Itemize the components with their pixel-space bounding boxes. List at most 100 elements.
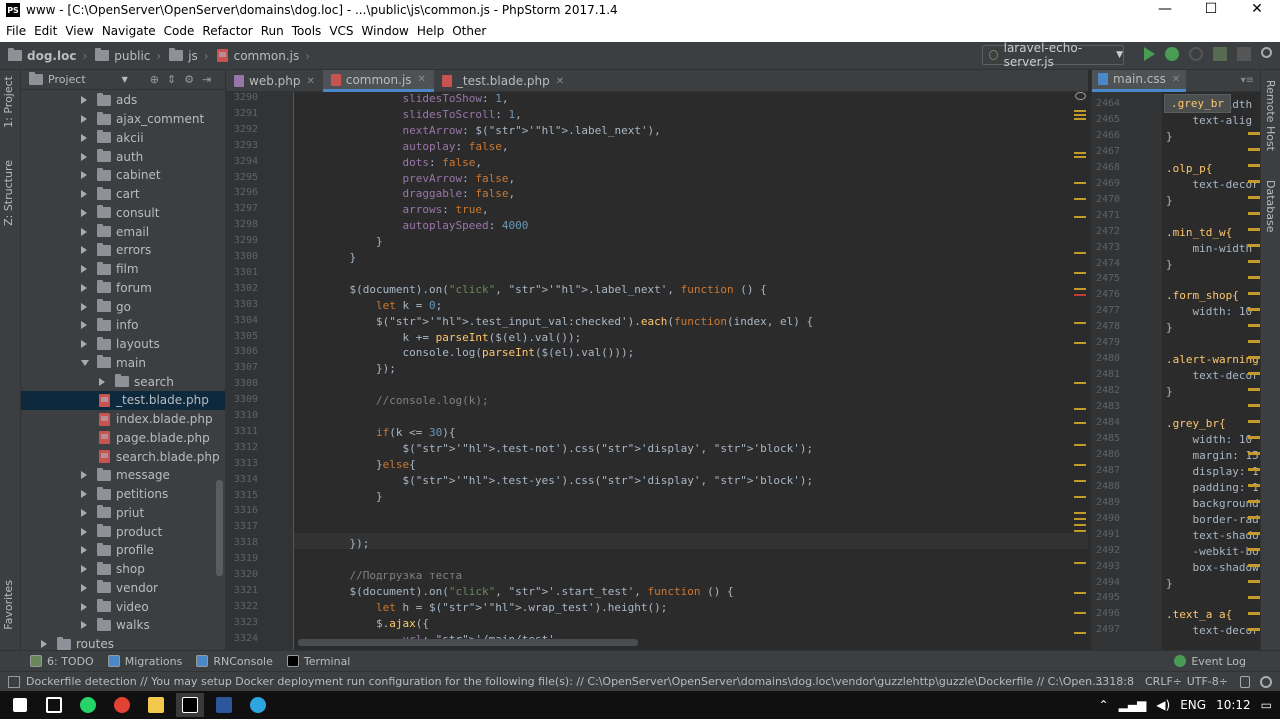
menu-tools[interactable]: Tools <box>288 24 326 38</box>
run-icon[interactable] <box>1144 47 1155 61</box>
stripe-marker[interactable] <box>1248 244 1260 247</box>
tree-item-message[interactable]: message <box>21 466 225 485</box>
notifications-icon[interactable]: ▭ <box>1261 698 1272 712</box>
close-tab-icon[interactable]: ✕ <box>1172 74 1180 85</box>
stripe-marker[interactable] <box>1074 182 1086 184</box>
tool-windows-toggle-icon[interactable] <box>8 675 20 688</box>
tree-item-search[interactable]: search <box>21 372 225 391</box>
stripe-marker[interactable] <box>1248 292 1260 295</box>
tree-item-main[interactable]: main <box>21 354 225 373</box>
stripe-marker[interactable] <box>1248 356 1260 359</box>
stop-icon[interactable] <box>1237 47 1251 61</box>
event-log-button[interactable]: Event Log <box>1174 655 1246 668</box>
chevron-right-icon[interactable] <box>81 283 87 292</box>
menu-navigate[interactable]: Navigate <box>98 24 160 38</box>
stripe-marker[interactable] <box>1248 516 1260 519</box>
tab-list-icon[interactable]: ▾≡ <box>1241 75 1254 86</box>
stripe-marker[interactable] <box>1248 484 1260 487</box>
css-line[interactable]: } <box>1166 258 1173 271</box>
breadcrumb-js[interactable]: js › <box>169 48 209 63</box>
code-line[interactable]: k += parseInt($(el).val()); <box>323 331 581 344</box>
css-line[interactable]: text-decor <box>1166 369 1258 382</box>
chevron-right-icon[interactable] <box>81 340 87 349</box>
css-line[interactable]: .min_td_w{ <box>1166 226 1232 239</box>
stripe-marker[interactable] <box>1074 632 1086 634</box>
inspector-icon[interactable] <box>1260 675 1272 688</box>
code-line[interactable]: if(k <= 30){ <box>323 426 456 439</box>
chevron-right-icon[interactable] <box>99 377 105 386</box>
tree-item--test-blade-php[interactable]: _test.blade.php <box>21 391 225 410</box>
breadcrumb-common-js[interactable]: common.js › <box>216 49 310 63</box>
stripe-marker[interactable] <box>1248 452 1260 455</box>
code-line[interactable]: }); <box>323 362 396 375</box>
close-tab-icon[interactable]: ✕ <box>418 74 426 85</box>
css-line[interactable]: -webkit-bo <box>1166 545 1258 558</box>
tree-item-profile[interactable]: profile <box>21 541 225 560</box>
css-line[interactable]: margin: 15 <box>1166 449 1258 462</box>
stripe-marker[interactable] <box>1074 382 1086 384</box>
stripe-marker[interactable] <box>1248 548 1260 551</box>
chevron-right-icon[interactable] <box>81 96 87 105</box>
menu-other[interactable]: Other <box>448 24 490 38</box>
stripe-marker[interactable] <box>1074 322 1086 324</box>
menu-code[interactable]: Code <box>160 24 199 38</box>
breadcrumb-public[interactable]: public › <box>95 48 161 63</box>
tab-main-css[interactable]: main.css ✕ <box>1092 70 1187 92</box>
stripe-marker[interactable] <box>1074 530 1086 532</box>
tree-item-video[interactable]: video <box>21 597 225 616</box>
code-line[interactable]: arrows: true, <box>323 203 488 216</box>
run-configuration-select[interactable]: laravel-echo-server.js ▼ <box>982 41 1124 69</box>
css-line[interactable]: min-width <box>1166 242 1252 255</box>
tree-item-email[interactable]: email <box>21 222 225 241</box>
collapse-icon[interactable]: ⇕ <box>167 73 176 86</box>
tree-item-errors[interactable]: errors <box>21 241 225 260</box>
tree-item-page-blade-php[interactable]: page.blade.php <box>21 429 225 448</box>
code-line[interactable]: }else{ <box>323 458 416 471</box>
css-line[interactable]: .alert-warning <box>1166 353 1259 366</box>
telegram-icon[interactable] <box>244 693 272 717</box>
css-line[interactable]: } <box>1166 321 1173 334</box>
stripe-marker[interactable] <box>1248 132 1260 135</box>
tab--test-blade-php[interactable]: _test.blade.php ✕ <box>434 70 572 92</box>
hide-icon[interactable]: ⇥ <box>202 73 211 86</box>
stripe-marker[interactable] <box>1248 468 1260 471</box>
code-line[interactable]: autoplay: false, <box>323 140 508 153</box>
tree-item-akcii[interactable]: akcii <box>21 129 225 148</box>
stripe-marker[interactable] <box>1074 156 1086 158</box>
chevron-up-icon[interactable]: ⌃ <box>1099 698 1109 712</box>
stripe-marker[interactable] <box>1074 444 1086 446</box>
code-line[interactable]: } <box>323 235 383 248</box>
chevron-right-icon[interactable] <box>81 508 87 517</box>
tab-web-php[interactable]: web.php ✕ <box>226 70 323 92</box>
tree-item-cabinet[interactable]: cabinet <box>21 166 225 185</box>
chevron-right-icon[interactable] <box>81 265 87 274</box>
tree-item-info[interactable]: info <box>21 316 225 335</box>
chevron-right-icon[interactable] <box>81 190 87 199</box>
coverage-icon[interactable] <box>1189 47 1203 61</box>
stripe-marker[interactable] <box>1248 596 1260 599</box>
tree-item-search-blade-php[interactable]: search.blade.php <box>21 447 225 466</box>
css-line[interactable]: } <box>1166 577 1173 590</box>
chevron-right-icon[interactable] <box>81 546 87 555</box>
tree-item-index-blade-php[interactable]: index.blade.php <box>21 410 225 429</box>
code-line[interactable]: console.log(parseInt($(el).val())); <box>323 346 634 359</box>
split-error-stripe[interactable] <box>1248 92 1260 650</box>
menu-edit[interactable]: Edit <box>30 24 61 38</box>
chrome-icon[interactable] <box>108 693 136 717</box>
chevron-right-icon[interactable] <box>81 227 87 236</box>
stripe-marker[interactable] <box>1074 272 1086 274</box>
menu-file[interactable]: File <box>2 24 30 38</box>
code-line[interactable]: nextArrow: $("str">'"hl">.label_next'), <box>323 124 660 137</box>
network-icon[interactable]: ▂▄▆ <box>1119 698 1147 712</box>
stripe-marker[interactable] <box>1248 148 1260 151</box>
stripe-marker[interactable] <box>1074 422 1086 424</box>
stripe-marker[interactable] <box>1248 388 1260 391</box>
css-line[interactable]: display: 1 <box>1166 465 1258 478</box>
code-line[interactable]: slidesToScroll: 1, <box>323 108 521 121</box>
code-line[interactable]: $("str">'"hl">.test-not').css("str">'dis… <box>323 442 813 455</box>
stripe-marker[interactable] <box>1248 420 1260 423</box>
tree-item-layouts[interactable]: layouts <box>21 335 225 354</box>
tree-item-ajax-comment[interactable]: ajax_comment <box>21 110 225 129</box>
close-tab-icon[interactable]: ✕ <box>306 76 314 87</box>
stripe-marker[interactable] <box>1074 216 1086 218</box>
